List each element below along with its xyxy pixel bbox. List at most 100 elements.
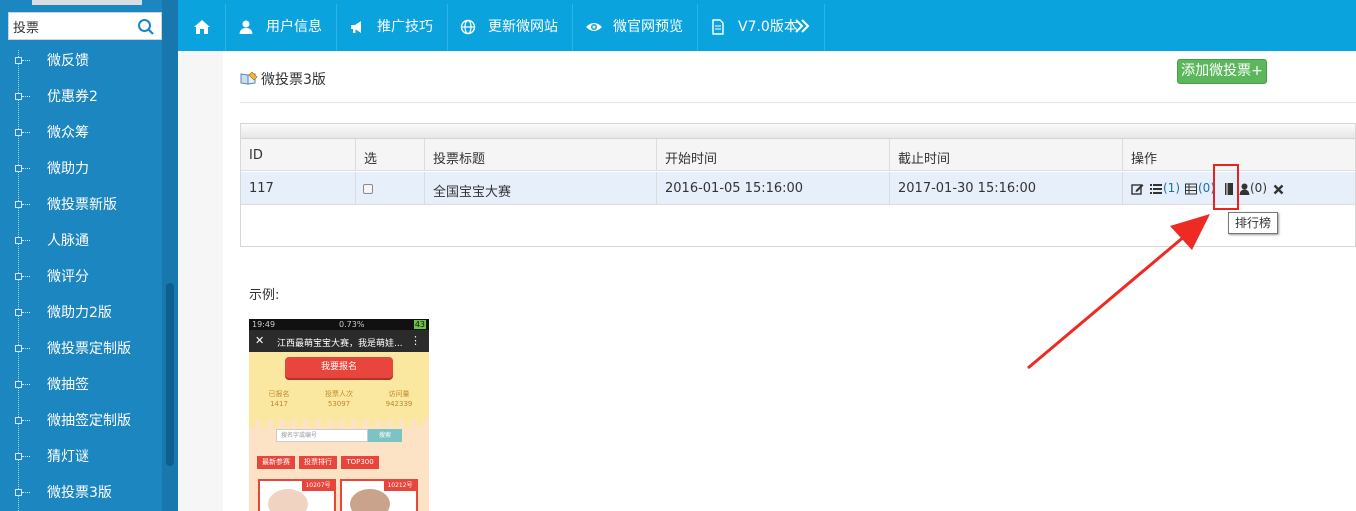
- user-count-link[interactable]: (0): [1250, 181, 1267, 195]
- sidebar-item-label: 微抽签: [47, 377, 89, 393]
- tree-node-icon: [15, 417, 22, 424]
- phone-wave-divider: [249, 419, 429, 427]
- tree-node-icon: [15, 273, 22, 280]
- sidebar-scrollbar-thumb[interactable]: [166, 283, 174, 466]
- tree-node-icon: [15, 57, 22, 64]
- sidebar-item-label: 微反馈: [47, 53, 89, 69]
- phone-tab-newest: 最新参赛: [257, 456, 295, 469]
- column-header-start: 开始时间: [657, 139, 890, 170]
- edit-icon[interactable]: [1131, 182, 1144, 196]
- sidebar-item-weitoupiao-custom[interactable]: 微投票定制版: [0, 331, 162, 367]
- column-header-actions: 操作: [1131, 152, 1158, 167]
- nav-label: V7.0版本: [738, 19, 798, 35]
- example-label: 示例:: [249, 288, 280, 303]
- sidebar-item-weizhuli[interactable]: 微助力: [0, 151, 162, 187]
- sidebar-item-label: 微众筹: [47, 125, 89, 141]
- logo: [32, 0, 142, 5]
- row-checkbox[interactable]: [363, 184, 373, 194]
- sidebar-item-label: 微助力: [47, 161, 89, 177]
- nav-label: 更新微网站: [488, 19, 558, 35]
- sidebar-item-youhuiquan2[interactable]: 优惠券2: [0, 79, 162, 115]
- phone-signup-button: 我要报名: [285, 357, 393, 378]
- delete-icon[interactable]: [1273, 182, 1284, 196]
- double-chevron-right-icon: [795, 19, 810, 33]
- nav-update-site[interactable]: 更新微网站: [448, 4, 573, 51]
- sidebar-item-label: 微助力2版: [47, 305, 112, 321]
- sidebar-item-label: 微投票定制版: [47, 341, 131, 357]
- tree-node-icon: [15, 129, 22, 136]
- tree-node-icon: [15, 345, 22, 352]
- tree-node-icon: [15, 93, 22, 100]
- sidebar-item-weifankui[interactable]: 微反馈: [0, 43, 162, 79]
- search-icon[interactable]: [137, 18, 155, 36]
- phone-entry-card: 10212号: [340, 479, 418, 511]
- eye-icon: [586, 23, 602, 31]
- more-icon: ⋮: [410, 334, 421, 347]
- add-vote-button[interactable]: 添加微投票+: [1177, 59, 1267, 84]
- top-navigation: 用户信息 推广技巧 更新微网站 微官网预览 V7.0版本: [178, 0, 1356, 51]
- document-icon: [712, 19, 724, 35]
- sidebar-item-weichouqian-custom[interactable]: 微抽签定制版: [0, 403, 162, 439]
- baby-photo: [268, 489, 308, 511]
- sidebar-item-label: 微抽签定制版: [47, 413, 131, 429]
- menu-search: [8, 12, 162, 40]
- tree-node-icon: [15, 381, 22, 388]
- sidebar-item-weichouqian[interactable]: 微抽签: [0, 367, 162, 403]
- menu-search-input[interactable]: [13, 17, 133, 35]
- sidebar-item-weizhongchou[interactable]: 微众筹: [0, 115, 162, 151]
- baby-photo: [350, 489, 390, 511]
- close-icon: ✕: [255, 334, 265, 347]
- table-icon[interactable]: [1185, 182, 1197, 196]
- phone-status-bar: 19:49 0.73% 43: [249, 319, 429, 330]
- cell-title: 全国宝宝大赛: [425, 172, 657, 204]
- nav-label: 微官网预览: [613, 19, 683, 35]
- tree-node-icon: [15, 489, 22, 496]
- nav-site-preview[interactable]: 微官网预览: [573, 4, 698, 51]
- nav-label: 推广技巧: [377, 19, 433, 35]
- tree-node-icon: [15, 453, 22, 460]
- sidebar-item-renmaitong[interactable]: 人脉通: [0, 223, 162, 259]
- example-screenshot: 19:49 0.73% 43 ✕ 江西最萌宝宝大赛，我是萌娃... ⋮ 我要报名…: [249, 319, 429, 511]
- phone-tab-top300: TOP300: [341, 456, 379, 469]
- page-title: 微投票3版: [261, 72, 326, 88]
- tree-node-icon: [15, 201, 22, 208]
- table-header: ID 选 投票标题 开始时间 截止时间 操作: [241, 139, 1355, 171]
- nav-version[interactable]: V7.0版本: [698, 4, 825, 51]
- cell-select: [356, 172, 425, 204]
- sidebar-item-caidengmi[interactable]: 猜灯谜: [0, 439, 162, 475]
- sidebar-item-label: 猜灯谜: [47, 449, 89, 465]
- phone-search-button: 搜索: [368, 429, 402, 442]
- tree-node-icon: [15, 309, 22, 316]
- column-header-select: 选: [356, 139, 425, 170]
- nav-home[interactable]: [178, 4, 226, 51]
- globe-icon: [460, 19, 476, 35]
- sidebar-item-weipingfen[interactable]: 微评分: [0, 259, 162, 295]
- list-count-link[interactable]: (1): [1163, 181, 1180, 195]
- column-header-end: 截止时间: [890, 139, 1123, 170]
- nav-promotion-tips[interactable]: 推广技巧: [337, 4, 448, 51]
- cell-start: 2016-01-05 15:16:00: [657, 172, 890, 204]
- sidebar-item-label: 优惠券2: [47, 89, 98, 105]
- column-header-title: 投票标题: [425, 139, 657, 170]
- book-edit-icon: [240, 71, 258, 85]
- sidebar-item-weitoupiao-new[interactable]: 微投票新版: [0, 187, 162, 223]
- divider: [240, 102, 1356, 103]
- cell-id: 117: [241, 172, 356, 204]
- phone-tab-ranking: 投票排行: [299, 456, 337, 469]
- user-icon: [239, 20, 253, 34]
- phone-entry-card: 10207号: [258, 479, 336, 511]
- list-icon[interactable]: [1150, 182, 1162, 196]
- phone-stats: 已报名 1417 投票人次 53097 访问量 942339: [249, 385, 429, 421]
- nav-user-info[interactable]: 用户信息: [226, 4, 337, 51]
- annotation-arrow-icon: [1027, 214, 1210, 370]
- phone-search-field: 搜名字或编号: [276, 429, 368, 442]
- sidebar-item-label: 微评分: [47, 269, 89, 285]
- tree-node-icon: [15, 165, 22, 172]
- column-header-id: ID: [241, 139, 356, 170]
- sidebar-item-weizhuli2[interactable]: 微助力2版: [0, 295, 162, 331]
- table-toolbar: [241, 124, 1355, 139]
- user-icon[interactable]: [1239, 182, 1250, 196]
- tree-node-icon: [15, 237, 22, 244]
- sidebar-item-weitoupiao3[interactable]: 微投票3版: [0, 475, 162, 511]
- sidebar-item-label: 微投票新版: [47, 197, 117, 213]
